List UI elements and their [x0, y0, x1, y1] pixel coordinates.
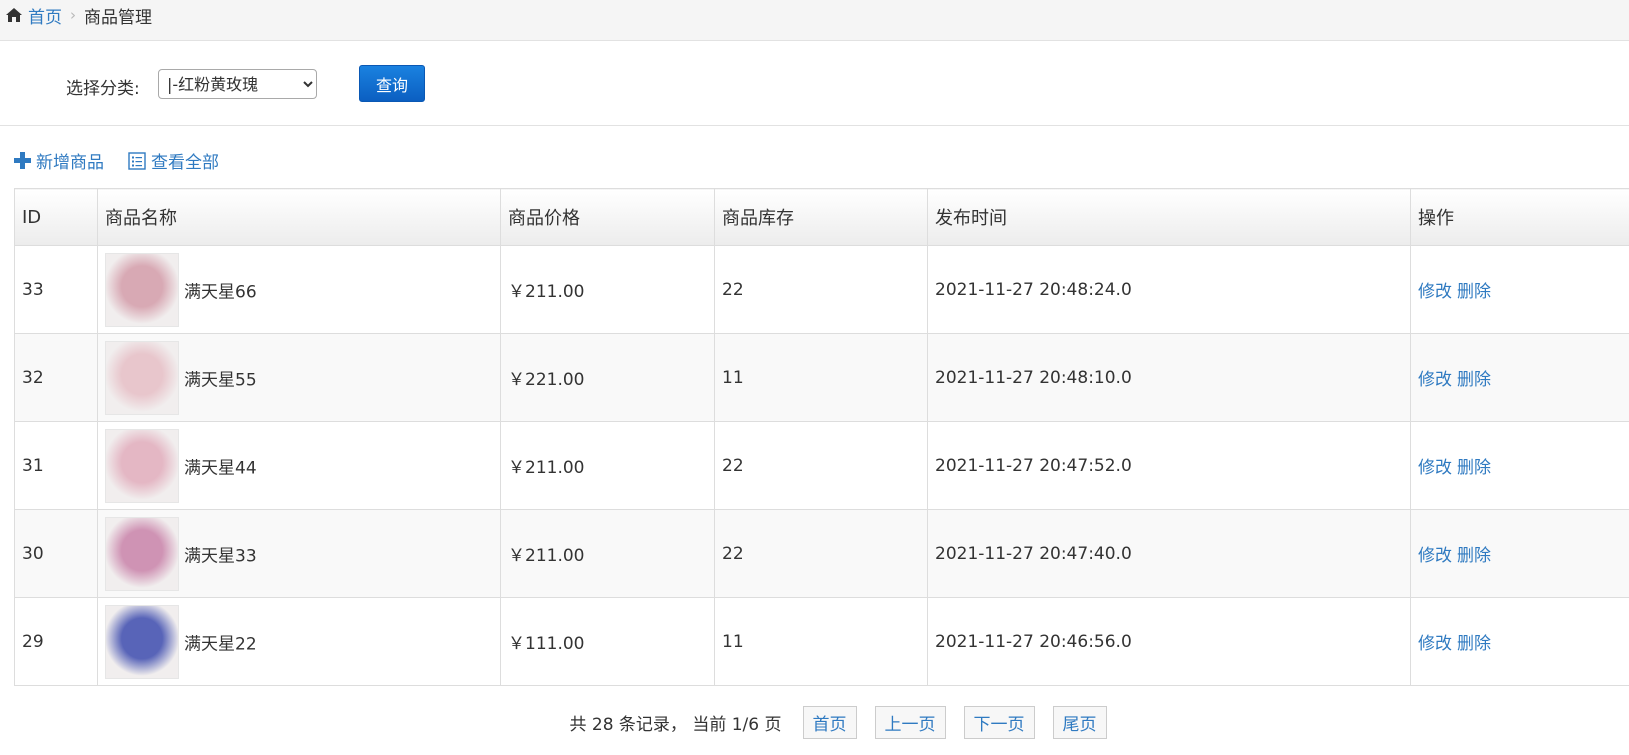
breadcrumb-current: 商品管理 [84, 7, 152, 28]
cell-price: ￥221.00 [500, 333, 715, 422]
column-header-actions: 操作 [1410, 188, 1629, 246]
cell-id: 33 [14, 245, 98, 334]
cell-name: 满天星22 [97, 597, 501, 686]
product-table: ID 商品名称 商品价格 商品库存 发布时间 操作 33 满天星66 ￥211.… [14, 188, 1629, 686]
product-name: 满天星55 [184, 370, 257, 390]
delete-link[interactable]: 删除 [1457, 370, 1491, 390]
table-row: 29 满天星22 ￥111.00 11 2021-11-27 20:46:56.… [14, 597, 1629, 686]
cell-price: ￥211.00 [500, 509, 715, 598]
cell-price: ￥211.00 [500, 421, 715, 510]
first-page-button[interactable]: 首页 [802, 706, 857, 739]
table-header-row: ID 商品名称 商品价格 商品库存 发布时间 操作 [14, 188, 1629, 246]
pagination-summary: 共 28 条记录， 当前 1/6 页 [569, 715, 782, 735]
list-icon [128, 151, 146, 170]
table-row: 31 满天星44 ￥211.00 22 2021-11-27 20:47:52.… [14, 421, 1629, 510]
product-thumbnail[interactable] [105, 428, 179, 503]
next-page-button[interactable]: 下一页 [963, 706, 1035, 739]
column-header-id: ID [14, 188, 98, 246]
cell-price: ￥211.00 [500, 245, 715, 334]
query-button[interactable]: 查询 [359, 65, 425, 102]
cell-id: 29 [14, 597, 98, 686]
category-select[interactable]: |-红粉黄玫瑰 [158, 69, 317, 99]
edit-link[interactable]: 修改 [1418, 282, 1452, 302]
chevron-right-icon: › [70, 6, 76, 24]
cell-actions: 修改 删除 [1410, 333, 1629, 422]
cell-stock: 22 [714, 245, 928, 334]
cell-time: 2021-11-27 20:47:40.0 [927, 509, 1411, 598]
cell-stock: 11 [714, 333, 928, 422]
filter-bar: 选择分类: |-红粉黄玫瑰 查询 [0, 41, 1629, 126]
product-name: 满天星33 [184, 546, 257, 566]
table-row: 33 满天星66 ￥211.00 22 2021-11-27 20:48:24.… [14, 245, 1629, 334]
table-row: 32 满天星55 ￥221.00 11 2021-11-27 20:48:10.… [14, 333, 1629, 422]
last-page-button[interactable]: 尾页 [1052, 706, 1107, 739]
home-icon [6, 8, 22, 22]
delete-link[interactable]: 删除 [1457, 458, 1491, 478]
cell-time: 2021-11-27 20:46:56.0 [927, 597, 1411, 686]
product-thumbnail[interactable] [105, 340, 179, 415]
delete-link[interactable]: 删除 [1457, 634, 1491, 654]
plus-icon [14, 152, 31, 169]
product-thumbnail[interactable] [105, 252, 179, 327]
edit-link[interactable]: 修改 [1418, 370, 1452, 390]
add-product-link[interactable]: 新增商品 [14, 148, 104, 173]
product-table-container: ID 商品名称 商品价格 商品库存 发布时间 操作 33 满天星66 ￥211.… [14, 188, 1629, 686]
breadcrumb: 首页 › 商品管理 [0, 0, 1629, 41]
cell-id: 30 [14, 509, 98, 598]
breadcrumb-home-link[interactable]: 首页 [28, 3, 62, 28]
edit-link[interactable]: 修改 [1418, 634, 1452, 654]
cell-time: 2021-11-27 20:47:52.0 [927, 421, 1411, 510]
product-name: 满天星22 [184, 634, 257, 654]
table-row: 30 满天星33 ￥211.00 22 2021-11-27 20:47:40.… [14, 509, 1629, 598]
edit-link[interactable]: 修改 [1418, 458, 1452, 478]
cell-id: 32 [14, 333, 98, 422]
category-label: 选择分类: [66, 79, 140, 99]
cell-price: ￥111.00 [500, 597, 715, 686]
cell-name: 满天星66 [97, 245, 501, 334]
cell-stock: 22 [714, 509, 928, 598]
cell-actions: 修改 删除 [1410, 597, 1629, 686]
product-thumbnail[interactable] [105, 604, 179, 679]
cell-stock: 22 [714, 421, 928, 510]
view-all-link[interactable]: 查看全部 [128, 148, 219, 173]
cell-id: 31 [14, 421, 98, 510]
cell-time: 2021-11-27 20:48:10.0 [927, 333, 1411, 422]
column-header-stock: 商品库存 [714, 188, 928, 246]
action-links: 新增商品 查看全部 [14, 148, 243, 173]
cell-actions: 修改 删除 [1410, 245, 1629, 334]
cell-actions: 修改 删除 [1410, 421, 1629, 510]
product-thumbnail[interactable] [105, 516, 179, 591]
edit-link[interactable]: 修改 [1418, 546, 1452, 566]
cell-actions: 修改 删除 [1410, 509, 1629, 598]
cell-name: 满天星55 [97, 333, 501, 422]
pagination: 共 28 条记录， 当前 1/6 页 首页 上一页 下一页 尾页 [0, 706, 1629, 739]
column-header-time: 发布时间 [927, 188, 1411, 246]
product-name: 满天星66 [184, 282, 257, 302]
cell-name: 满天星33 [97, 509, 501, 598]
cell-name: 满天星44 [97, 421, 501, 510]
column-header-price: 商品价格 [500, 188, 715, 246]
cell-stock: 11 [714, 597, 928, 686]
view-all-label: 查看全部 [151, 153, 219, 173]
prev-page-button[interactable]: 上一页 [874, 706, 946, 739]
product-name: 满天星44 [184, 458, 257, 478]
add-product-label: 新增商品 [36, 153, 104, 173]
delete-link[interactable]: 删除 [1457, 282, 1491, 302]
cell-time: 2021-11-27 20:48:24.0 [927, 245, 1411, 334]
column-header-name: 商品名称 [97, 188, 501, 246]
delete-link[interactable]: 删除 [1457, 546, 1491, 566]
